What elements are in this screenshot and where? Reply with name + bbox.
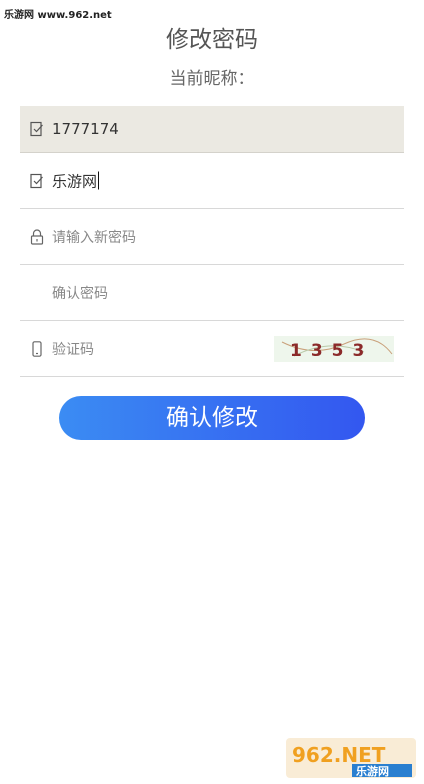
captcha-placeholder: 验证码: [52, 341, 94, 358]
phone-icon: [32, 340, 42, 357]
nickname-input[interactable]: 乐游网: [52, 170, 100, 191]
lock-icon: [30, 228, 44, 245]
watermark-top-text: 乐游网 www.962.net: [4, 10, 112, 21]
edit-icon: [30, 173, 43, 188]
watermark-logo: 962.NET 乐游网: [286, 738, 416, 778]
watermark-sub: 乐游网: [356, 764, 389, 778]
captcha-image[interactable]: 1353: [274, 335, 394, 362]
captcha-field[interactable]: 验证码 1353: [20, 321, 404, 377]
account-value: 1777174: [52, 120, 119, 138]
nickname-field[interactable]: 乐游网: [20, 153, 404, 209]
edit-icon: [30, 121, 43, 137]
text-caret: [98, 171, 100, 189]
current-nickname-label: 当前昵称：: [169, 69, 255, 89]
nickname-value: 乐游网: [52, 172, 98, 190]
confirm-change-button[interactable]: 确认修改: [59, 396, 365, 440]
change-password-form: 1777174 乐游网 请输入新密码 确认密码 验证码 1353: [20, 106, 404, 377]
account-field[interactable]: 1777174: [20, 106, 404, 153]
confirm-password-field[interactable]: 确认密码: [20, 265, 404, 321]
new-password-field[interactable]: 请输入新密码: [20, 209, 404, 265]
confirm-password-placeholder: 确认密码: [52, 285, 108, 302]
watermark-brand: 962.NET: [292, 743, 386, 767]
captcha-text: 1353: [290, 341, 373, 361]
page-title: 修改密码: [166, 27, 258, 53]
new-password-placeholder: 请输入新密码: [52, 229, 136, 246]
